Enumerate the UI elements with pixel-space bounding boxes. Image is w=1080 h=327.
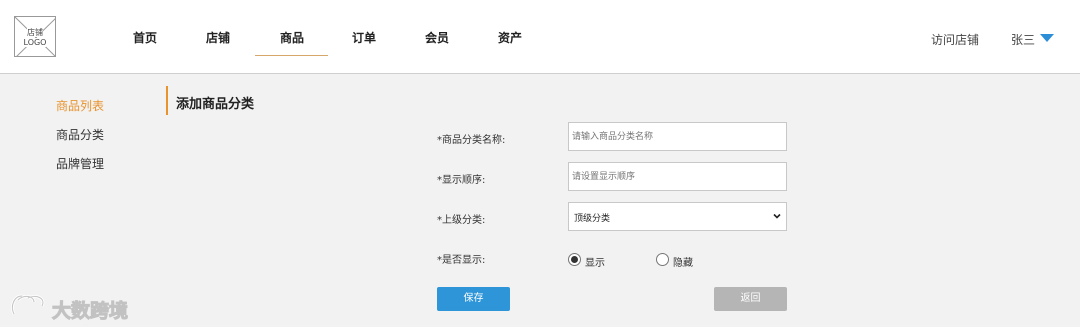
- caret-down-icon[interactable]: [1040, 34, 1054, 42]
- parent-category-value: 顶级分类: [574, 214, 611, 224]
- watermark-logo-icon: [10, 294, 45, 315]
- display-order-input[interactable]: [568, 162, 787, 191]
- hide-radio-label[interactable]: 隐藏: [673, 254, 693, 269]
- sidebar-item-product-list[interactable]: 商品列表: [56, 97, 104, 114]
- back-button[interactable]: 返回: [714, 287, 787, 311]
- nav-item-store[interactable]: 店铺: [206, 30, 230, 46]
- nav-item-orders[interactable]: 订单: [352, 30, 376, 46]
- top-navigation-bar: 店铺 LOGO 首页 店铺 商品 订单 会员 资产 访问店铺 张三: [0, 0, 1080, 74]
- logo-text: 店铺 LOGO: [23, 28, 47, 47]
- save-button[interactable]: 保存: [437, 287, 510, 311]
- nav-item-members[interactable]: 会员: [425, 30, 449, 46]
- visibility-label: *是否显示:: [437, 255, 486, 266]
- visit-store-link[interactable]: 访问店铺: [931, 31, 979, 48]
- nav-item-products[interactable]: 商品: [280, 30, 304, 46]
- nav-item-assets[interactable]: 资产: [498, 30, 522, 46]
- nav-active-indicator: [255, 55, 328, 56]
- nav-item-home[interactable]: 首页: [133, 30, 157, 46]
- chevron-down-icon: [773, 213, 781, 219]
- show-radio[interactable]: [568, 253, 581, 266]
- parent-category-select[interactable]: 顶级分类: [568, 202, 787, 231]
- user-menu[interactable]: 张三: [1011, 31, 1035, 48]
- display-order-label: *显示顺序:: [437, 175, 486, 186]
- show-radio-label[interactable]: 显示: [585, 254, 605, 269]
- category-name-input[interactable]: [568, 122, 787, 151]
- sidebar-item-brand-management[interactable]: 品牌管理: [56, 155, 104, 172]
- sidebar-item-product-category[interactable]: 商品分类: [56, 126, 104, 143]
- radio-selected-dot: [571, 256, 578, 263]
- store-logo[interactable]: 店铺 LOGO: [14, 16, 56, 57]
- section-title-bar: [166, 86, 168, 115]
- hide-radio[interactable]: [656, 253, 669, 266]
- page-title: 添加商品分类: [176, 97, 255, 112]
- watermark-text: 大数跨境: [51, 300, 129, 323]
- category-name-label: *商品分类名称:: [437, 135, 506, 146]
- parent-category-label: *上级分类:: [437, 215, 486, 226]
